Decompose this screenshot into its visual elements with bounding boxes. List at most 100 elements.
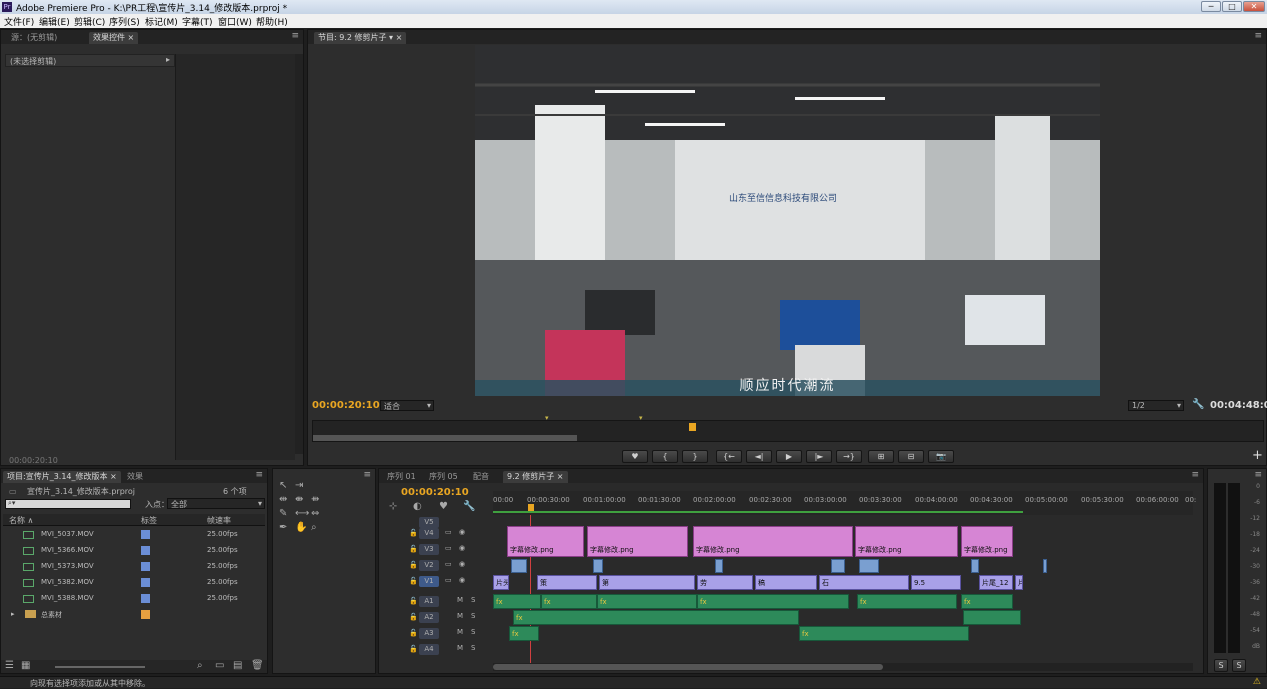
tab-project[interactable]: 项目:宣传片_3.14_修改版本 × [3,471,121,483]
eye-icon[interactable]: ◉ [459,576,465,584]
rate-stretch-tool-icon[interactable]: ⇻ [311,495,319,505]
track-name[interactable]: V2 [419,560,439,571]
mute-button[interactable]: M [457,628,463,636]
in-point-dropdown[interactable]: 全部 ▾ [167,498,265,509]
zoom-scrollbar[interactable] [313,435,577,441]
program-time-ruler[interactable]: ▾ ▾ [312,414,1264,442]
panel-menu-icon[interactable]: ≡ [1254,470,1262,480]
tab-program[interactable]: 节目: 9.2 修剪片子 ▾ × [314,32,407,44]
track-name[interactable]: V4 [419,528,439,539]
mark-out-button[interactable]: } [682,450,708,463]
video-clip[interactable] [715,559,723,573]
tab-voiceover[interactable]: 配音 [469,471,493,483]
tab-sequence-active[interactable]: 9.2 修剪片子 × [503,471,568,483]
audio-clip[interactable]: fx [541,594,597,609]
triangle-right-icon[interactable]: ▸ [166,55,170,64]
track-name[interactable]: A1 [419,596,439,607]
lock-icon[interactable]: 🔓 [409,529,418,537]
marker-icon[interactable]: ▾ [545,414,549,422]
lock-icon[interactable]: 🔓 [409,613,418,621]
triangle-right-icon[interactable]: ▸ [11,610,15,618]
list-item[interactable]: MVI_5373.MOV 25.00fps [3,559,265,575]
slide-tool-icon[interactable]: ⇔ [311,509,319,519]
panel-menu-icon[interactable]: ≡ [1191,470,1199,480]
ripple-edit-tool-icon[interactable]: ⇹ [279,495,287,505]
title-clip[interactable]: 字幕修改.png [961,526,1013,557]
eye-icon[interactable]: ◉ [459,544,465,552]
new-bin-icon[interactable]: ▭ [215,661,224,671]
track-name[interactable]: A4 [419,644,439,655]
tab-effects[interactable]: 效果 [123,471,147,483]
bin-item[interactable]: ▸ 总素材 [3,607,265,623]
lift-button[interactable]: ⊞ [868,450,894,463]
playhead-icon[interactable] [528,504,534,511]
fit-dropdown[interactable]: 适合 ▾ [380,400,434,411]
list-item[interactable]: MVI_5388.MOV 25.00fps [3,591,265,607]
step-back-button[interactable]: ◄| [746,450,772,463]
go-to-out-button[interactable]: →} [836,450,862,463]
snap-icon[interactable]: ⊹ [389,502,397,512]
menu-title[interactable]: 字幕(T) [182,15,213,28]
scrollbar-thumb[interactable] [493,664,883,670]
minimize-button[interactable]: ─ [1201,1,1221,12]
hand-tool-icon[interactable]: ✋ [295,523,307,533]
film-icon[interactable]: ▭ [445,560,452,568]
lock-icon[interactable]: 🔓 [409,545,418,553]
col-framerate[interactable]: 帧速率 [207,515,231,526]
mute-button[interactable]: M [457,596,463,604]
solo-button[interactable]: S [471,644,475,652]
wrench-icon[interactable]: 🔧 [463,502,475,512]
trash-icon[interactable]: 🗑 [251,661,264,671]
film-icon[interactable]: ▭ [445,528,452,536]
selection-tool-icon[interactable]: ↖ [279,481,287,491]
tab-source[interactable]: 源：(无剪辑) [7,32,61,44]
film-icon[interactable]: ▭ [445,576,452,584]
search-icon[interactable]: ⌕ [197,661,203,671]
film-icon[interactable]: ▭ [445,544,452,552]
video-clip[interactable]: 9.5 [911,575,961,590]
maximize-button[interactable]: □ [1222,1,1242,12]
warning-icon[interactable]: ⚠ [1253,677,1261,687]
linked-selection-icon[interactable]: ◐ [413,502,422,512]
video-clip[interactable] [971,559,979,573]
video-clip[interactable]: 石 [819,575,909,590]
rolling-edit-tool-icon[interactable]: ⇼ [295,495,303,505]
work-area-bar[interactable] [493,511,1023,513]
list-item[interactable]: MVI_5366.MOV 25.00fps [3,543,265,559]
program-playhead-timecode[interactable]: 00:00:20:10 [312,400,380,411]
audio-clip[interactable]: fx [961,594,1013,609]
panel-menu-icon[interactable]: ≡ [291,31,299,41]
video-clip[interactable] [1043,559,1047,573]
menu-edit[interactable]: 编辑(E) [39,15,70,28]
track-name[interactable]: V3 [419,544,439,555]
menu-window[interactable]: 窗口(W) [218,15,252,28]
zoom-slider[interactable] [55,666,145,668]
solo-left-button[interactable]: S [1214,659,1228,672]
go-to-in-button[interactable]: {← [716,450,742,463]
timeline-ruler[interactable]: 00:00 00:00:30:00 00:01:00:00 00:01:30:0… [493,491,1196,515]
lock-icon[interactable]: 🔓 [409,561,418,569]
add-marker-button[interactable]: ♥ [622,450,648,463]
tab-sequence-05[interactable]: 序列 05 [425,471,462,483]
tab-effect-controls[interactable]: 效果控件 × [89,32,139,44]
eye-icon[interactable]: ◉ [459,528,465,536]
step-forward-button[interactable]: |► [806,450,832,463]
video-clip[interactable] [831,559,845,573]
export-frame-button[interactable]: 📷 [928,450,954,463]
video-clip[interactable]: 第 [599,575,695,590]
panel-menu-icon[interactable]: ≡ [363,470,371,480]
add-button[interactable]: + [1252,448,1263,463]
menu-file[interactable]: 文件(F) [4,15,34,28]
menu-clip[interactable]: 剪辑(C) [74,15,105,28]
timeline-timecode[interactable]: 00:00:20:10 [401,487,469,498]
title-clip[interactable]: 字幕修改.png [693,526,853,557]
timeline-scrollbar[interactable] [493,663,1193,671]
solo-right-button[interactable]: S [1232,659,1246,672]
track-select-tool-icon[interactable]: ⇥ [295,481,303,491]
wrench-icon[interactable]: 🔧 [1192,399,1204,410]
mark-in-button[interactable]: { [652,450,678,463]
pen-tool-icon[interactable]: ✒ [279,523,287,533]
playhead-icon[interactable] [689,423,696,431]
menu-help[interactable]: 帮助(H) [256,15,288,28]
list-item[interactable]: MVI_5037.MOV 25.00fps [3,527,265,543]
